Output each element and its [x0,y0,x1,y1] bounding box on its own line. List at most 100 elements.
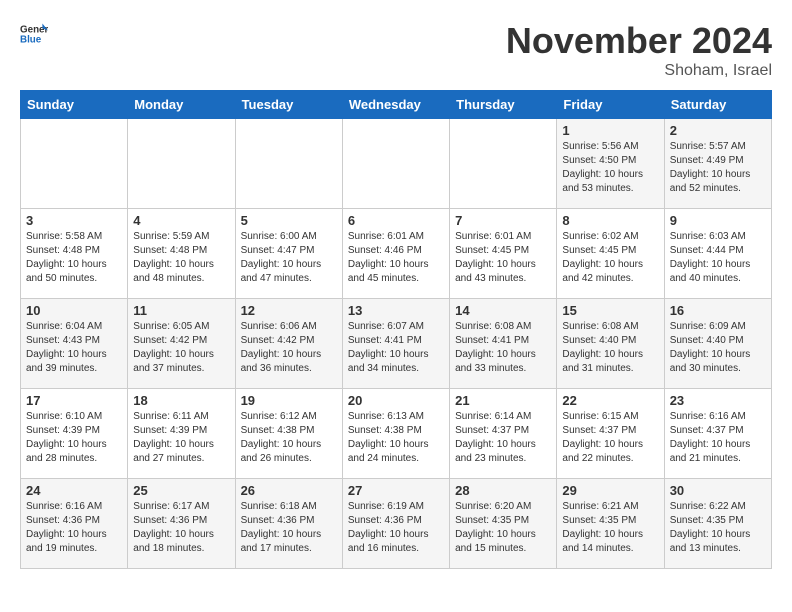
day-number: 12 [241,303,337,318]
calendar-cell: 6 Sunrise: 6:01 AM Sunset: 4:46 PM Daylig… [342,209,449,299]
day-info: Sunrise: 6:00 AM Sunset: 4:47 PM Dayligh… [241,230,337,286]
calendar-cell [21,119,128,209]
calendar-row: 17Sunrise: 6:10 AM Sunset: 4:39 PM Dayli… [21,389,772,479]
calendar-cell: 14Sunrise: 6:08 AM Sunset: 4:41 PM Dayli… [450,299,557,389]
location-title: Shoham, Israel [506,62,772,80]
day-number: 13 [348,303,444,318]
calendar-cell: 1 Sunrise: 5:56 AM Sunset: 4:50 PM Daylig… [557,119,664,209]
day-info: Sunrise: 6:10 AM Sunset: 4:39 PM Dayligh… [26,410,122,466]
calendar-cell: 25 Sunrise: 6:17 AM Sunset: 4:36 PM Dayli… [128,479,235,569]
weekday-header-tuesday: Tuesday [235,91,342,119]
calendar-table: SundayMondayTuesdayWednesdayThursdayFrid… [20,90,772,569]
calendar-cell [235,119,342,209]
day-number: 23 [670,393,766,408]
day-number: 28 [455,483,551,498]
day-info: Sunrise: 6:11 AM Sunset: 4:39 PM Dayligh… [133,410,229,466]
weekday-header-saturday: Saturday [664,91,771,119]
day-number: 22 [562,393,658,408]
calendar-cell: 24 Sunrise: 6:16 AM Sunset: 4:36 PM Dayli… [21,479,128,569]
weekday-header-monday: Monday [128,91,235,119]
day-number: 4 [133,213,229,228]
month-title: November 2024 [506,20,772,62]
day-info: Sunrise: 5:57 AM Sunset: 4:49 PM Dayligh… [670,140,766,196]
day-info: Sunrise: 6:19 AM Sunset: 4:36 PM Dayligh… [348,500,444,556]
day-number: 25 [133,483,229,498]
day-info: Sunrise: 6:08 AM Sunset: 4:41 PM Dayligh… [455,320,551,376]
title-block: November 2024 Shoham, Israel [506,20,772,80]
weekday-header-row: SundayMondayTuesdayWednesdayThursdayFrid… [21,91,772,119]
day-number: 6 [348,213,444,228]
calendar-cell: 8 Sunrise: 6:02 AM Sunset: 4:45 PM Daylig… [557,209,664,299]
day-number: 10 [26,303,122,318]
day-number: 11 [133,303,229,318]
day-number: 15 [562,303,658,318]
calendar-cell: 10 Sunrise: 6:04 AM Sunset: 4:43 PM Dayli… [21,299,128,389]
day-number: 3 [26,213,122,228]
calendar-cell: 15 Sunrise: 6:08 AM Sunset: 4:40 PM Dayli… [557,299,664,389]
day-info: Sunrise: 6:07 AM Sunset: 4:41 PM Dayligh… [348,320,444,376]
calendar-cell: 16 Sunrise: 6:09 AM Sunset: 4:40 PM Dayli… [664,299,771,389]
calendar-cell: 19Sunrise: 6:12 AM Sunset: 4:38 PM Dayli… [235,389,342,479]
calendar-cell: 4Sunrise: 5:59 AM Sunset: 4:48 PM Daylig… [128,209,235,299]
day-info: Sunrise: 6:21 AM Sunset: 4:35 PM Dayligh… [562,500,658,556]
day-info: Sunrise: 6:15 AM Sunset: 4:37 PM Dayligh… [562,410,658,466]
day-info: Sunrise: 6:01 AM Sunset: 4:46 PM Dayligh… [348,230,444,286]
calendar-cell [450,119,557,209]
calendar-cell: 27 Sunrise: 6:19 AM Sunset: 4:36 PM Dayli… [342,479,449,569]
day-info: Sunrise: 5:56 AM Sunset: 4:50 PM Dayligh… [562,140,658,196]
day-number: 1 [562,123,658,138]
day-number: 27 [348,483,444,498]
calendar-cell: 23Sunrise: 6:16 AM Sunset: 4:37 PM Dayli… [664,389,771,479]
day-info: Sunrise: 6:04 AM Sunset: 4:43 PM Dayligh… [26,320,122,376]
calendar-row: 1 Sunrise: 5:56 AM Sunset: 4:50 PM Daylig… [21,119,772,209]
day-info: Sunrise: 6:16 AM Sunset: 4:36 PM Dayligh… [26,500,122,556]
day-info: Sunrise: 6:01 AM Sunset: 4:45 PM Dayligh… [455,230,551,286]
day-number: 21 [455,393,551,408]
svg-text:Blue: Blue [20,34,42,45]
day-number: 19 [241,393,337,408]
day-info: Sunrise: 6:05 AM Sunset: 4:42 PM Dayligh… [133,320,229,376]
day-info: Sunrise: 6:09 AM Sunset: 4:40 PM Dayligh… [670,320,766,376]
day-number: 24 [26,483,122,498]
day-number: 9 [670,213,766,228]
day-number: 5 [241,213,337,228]
calendar-cell: 12 Sunrise: 6:06 AM Sunset: 4:42 PM Dayli… [235,299,342,389]
calendar-cell [128,119,235,209]
day-number: 16 [670,303,766,318]
day-info: Sunrise: 6:06 AM Sunset: 4:42 PM Dayligh… [241,320,337,376]
calendar-cell: 13 Sunrise: 6:07 AM Sunset: 4:41 PM Dayli… [342,299,449,389]
calendar-row: 10 Sunrise: 6:04 AM Sunset: 4:43 PM Dayli… [21,299,772,389]
calendar-cell: 26Sunrise: 6:18 AM Sunset: 4:36 PM Dayli… [235,479,342,569]
weekday-header-friday: Friday [557,91,664,119]
calendar-cell: 30 Sunrise: 6:22 AM Sunset: 4:35 PM Dayli… [664,479,771,569]
calendar-row: 3 Sunrise: 5:58 AM Sunset: 4:48 PM Daylig… [21,209,772,299]
calendar-cell: 20 Sunrise: 6:13 AM Sunset: 4:38 PM Dayli… [342,389,449,479]
day-info: Sunrise: 6:22 AM Sunset: 4:35 PM Dayligh… [670,500,766,556]
day-number: 18 [133,393,229,408]
weekday-header-wednesday: Wednesday [342,91,449,119]
calendar-cell: 7Sunrise: 6:01 AM Sunset: 4:45 PM Daylig… [450,209,557,299]
calendar-cell: 21 Sunrise: 6:14 AM Sunset: 4:37 PM Dayli… [450,389,557,479]
day-info: Sunrise: 6:13 AM Sunset: 4:38 PM Dayligh… [348,410,444,466]
weekday-header-thursday: Thursday [450,91,557,119]
calendar-cell: 22 Sunrise: 6:15 AM Sunset: 4:37 PM Dayli… [557,389,664,479]
day-info: Sunrise: 6:02 AM Sunset: 4:45 PM Dayligh… [562,230,658,286]
logo: General Blue [20,20,48,48]
day-info: Sunrise: 5:58 AM Sunset: 4:48 PM Dayligh… [26,230,122,286]
day-info: Sunrise: 6:17 AM Sunset: 4:36 PM Dayligh… [133,500,229,556]
day-number: 2 [670,123,766,138]
calendar-cell: 5 Sunrise: 6:00 AM Sunset: 4:47 PM Daylig… [235,209,342,299]
calendar-cell [342,119,449,209]
day-number: 30 [670,483,766,498]
day-info: Sunrise: 6:14 AM Sunset: 4:37 PM Dayligh… [455,410,551,466]
weekday-header-sunday: Sunday [21,91,128,119]
calendar-cell: 9 Sunrise: 6:03 AM Sunset: 4:44 PM Daylig… [664,209,771,299]
day-number: 26 [241,483,337,498]
calendar-cell: 2 Sunrise: 5:57 AM Sunset: 4:49 PM Daylig… [664,119,771,209]
day-number: 20 [348,393,444,408]
day-number: 8 [562,213,658,228]
calendar-cell: 11 Sunrise: 6:05 AM Sunset: 4:42 PM Dayli… [128,299,235,389]
day-number: 29 [562,483,658,498]
day-info: Sunrise: 6:03 AM Sunset: 4:44 PM Dayligh… [670,230,766,286]
day-info: Sunrise: 6:08 AM Sunset: 4:40 PM Dayligh… [562,320,658,376]
